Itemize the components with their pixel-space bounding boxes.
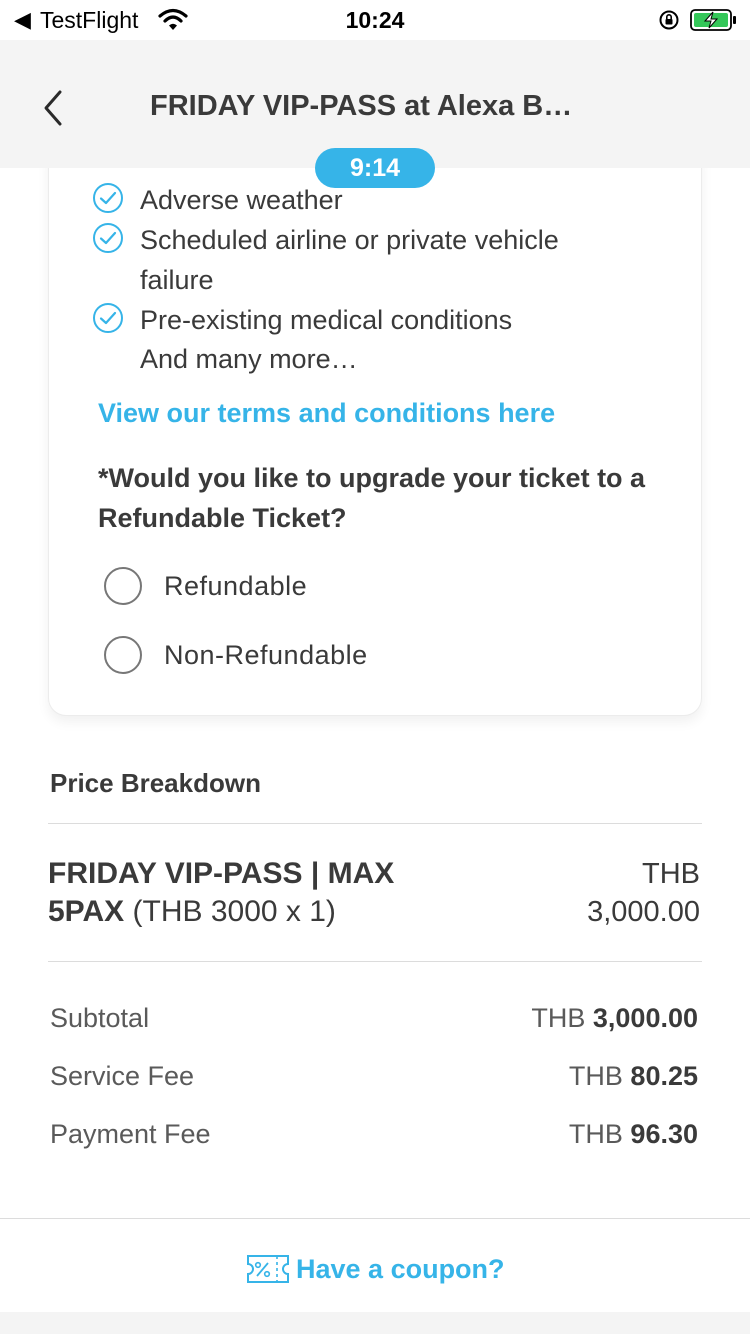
radio-label[interactable]: Refundable [164, 571, 307, 602]
ticket-quantity: (THB 3000 x 1) [132, 895, 336, 928]
divider [48, 823, 702, 824]
clock: 10:24 [345, 7, 405, 33]
countdown-timer: 9:14 [315, 148, 435, 188]
fee-label: Subtotal [50, 1003, 150, 1033]
check-circle-icon [93, 223, 123, 253]
fee-amount: THB 3,000.00 [531, 1003, 698, 1034]
radio-button[interactable] [104, 636, 142, 674]
fee-value: 96.30 [630, 1119, 698, 1149]
divider [48, 961, 702, 962]
check-circle-icon [93, 183, 123, 213]
fee-amount: THB 80.25 [569, 1061, 698, 1092]
bottom-strip [0, 1312, 750, 1334]
ticket-currency: THB [642, 858, 700, 890]
fee-row-service: Service Fee THB 80.25 [50, 1061, 698, 1092]
coverage-item: Adverse weather [92, 180, 343, 220]
refundable-option[interactable]: Refundable [104, 567, 307, 605]
terms-link[interactable]: View our terms and conditions here [98, 398, 555, 429]
ticket-amount: 3,000.00 [587, 896, 700, 928]
coverage-item: Pre-existing medical conditions [92, 300, 512, 340]
radio-label[interactable]: Non-Refundable [164, 640, 368, 671]
fee-row-payment: Payment Fee THB 96.30 [50, 1119, 698, 1150]
rotation-lock-icon [659, 10, 679, 30]
coverage-item: Scheduled airline or private vehicle fai… [92, 220, 620, 300]
battery-charging-icon [690, 9, 736, 31]
upgrade-question: *Would you like to upgrade your ticket t… [98, 463, 646, 533]
ticket-item-name: FRIDAY VIP-PASS | MAX 5PAX (THB 3000 x 1… [48, 855, 468, 931]
coverage-item-label: Adverse weather [140, 185, 343, 215]
fee-amount: THB 96.30 [569, 1119, 698, 1150]
coupon-icon [247, 1255, 289, 1283]
ticket-item-price: THB 3,000.00 [500, 855, 700, 931]
non-refundable-option[interactable]: Non-Refundable [104, 636, 368, 674]
fee-label: Payment Fee [50, 1119, 211, 1149]
fee-value: 80.25 [630, 1061, 698, 1091]
back-chevron-icon[interactable] [38, 86, 68, 130]
coverage-more-text: And many more… [140, 344, 358, 374]
fee-currency: THB [531, 1003, 586, 1033]
fee-currency: THB [568, 1119, 623, 1149]
coupon-label[interactable]: Have a coupon? [296, 1254, 505, 1285]
check-circle-icon [93, 303, 123, 333]
page-title: FRIDAY VIP-PASS at Alexa B… [150, 90, 573, 122]
radio-button[interactable] [104, 567, 142, 605]
fee-label: Service Fee [50, 1061, 195, 1091]
fee-currency: THB [568, 1061, 623, 1091]
price-breakdown-title: Price Breakdown [50, 768, 261, 798]
fee-value: 3,000.00 [592, 1003, 698, 1033]
coupon-button[interactable]: Have a coupon? [246, 1253, 505, 1285]
status-bar: ◀ TestFlight 10:24 [0, 0, 750, 40]
fee-row-subtotal: Subtotal THB 3,000.00 [50, 1003, 698, 1034]
coverage-item-label: Scheduled airline or private vehicle fai… [140, 225, 559, 295]
coverage-item-label: Pre-existing medical conditions [140, 305, 513, 335]
